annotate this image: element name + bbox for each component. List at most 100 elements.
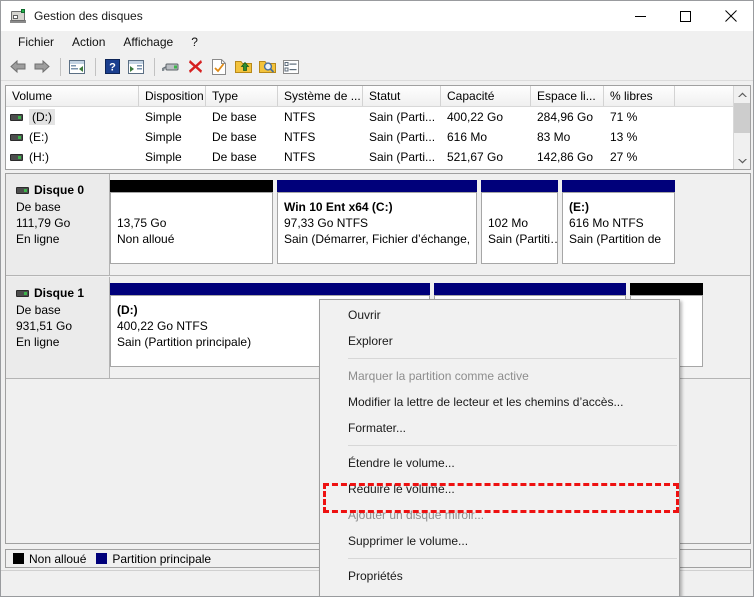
ctx-reduire-volume[interactable]: Réduire le volume... xyxy=(320,476,679,502)
cell-volume: (H:) xyxy=(6,150,139,164)
cell-pct_libres: 13 % xyxy=(604,130,675,144)
partition-line: Non alloué xyxy=(117,231,272,247)
partition-line: Sain (Partition de xyxy=(569,231,674,247)
show-hide-action-pane-icon[interactable] xyxy=(125,56,147,78)
rescan-disks-icon[interactable] xyxy=(160,56,182,78)
delete-icon[interactable] xyxy=(184,56,206,78)
disk-title: Disque 1 xyxy=(16,286,109,300)
partition-block[interactable]: 13,75 GoNon alloué xyxy=(110,180,273,264)
back-icon[interactable] xyxy=(7,56,29,78)
cell-volume: (E:) xyxy=(6,130,139,144)
cell-statut: Sain (Parti... xyxy=(363,110,441,124)
table-row[interactable]: (H:)SimpleDe baseNTFSSain (Parti...521,6… xyxy=(6,147,750,167)
ctx-etendre-volume[interactable]: Étendre le volume... xyxy=(320,450,679,476)
partition-block[interactable]: 102 MoSain (Partiti… xyxy=(481,180,558,264)
disk-size: 111,79 Go xyxy=(16,215,109,231)
volume-column-header[interactable]: Capacité xyxy=(441,86,531,106)
volume-context-menu: OuvrirExplorerMarquer la partition comme… xyxy=(319,299,680,597)
legend-label: Non alloué xyxy=(29,552,86,566)
partition-details: 13,75 GoNon alloué xyxy=(110,192,273,264)
disk-row: Disque 0 De base111,79 GoEn ligne 13,75 G… xyxy=(6,174,750,276)
maximize-button[interactable] xyxy=(663,2,708,31)
volume-list-header: VolumeDispositionTypeSystème de ...Statu… xyxy=(6,86,750,107)
ctx-ouvrir[interactable]: Ouvrir xyxy=(320,302,679,328)
volume-column-header[interactable]: Volume xyxy=(6,86,139,106)
ctx-supprimer-volume[interactable]: Supprimer le volume... xyxy=(320,528,679,554)
cell-disposition: Simple xyxy=(139,110,206,124)
minimize-button[interactable] xyxy=(618,2,663,31)
disk-info-panel[interactable]: Disque 0 De base111,79 GoEn ligne xyxy=(6,174,110,276)
cell-volume: (D:) xyxy=(6,109,139,125)
cell-text: (H:) xyxy=(29,150,49,164)
partition-line: Sain (Partiti… xyxy=(488,231,557,247)
window-title: Gestion des disques xyxy=(34,9,143,23)
drive-icon xyxy=(10,154,23,161)
table-row[interactable]: (Disque 0 partition...SimpleDe baseSain … xyxy=(6,167,750,170)
volume-column-header[interactable]: Système de ... xyxy=(278,86,363,106)
cell-pct_libres: 27 % xyxy=(604,150,675,164)
cell-text: (E:) xyxy=(29,130,48,144)
cell-espace_libre: 142,86 Go xyxy=(531,150,604,164)
disk-size: 931,51 Go xyxy=(16,318,109,334)
partition-line: 616 Mo NTFS xyxy=(569,215,674,231)
scroll-thumb[interactable] xyxy=(734,103,751,133)
cell-pct_libres: 71 % xyxy=(604,110,675,124)
partition-color-bar xyxy=(110,283,430,295)
legend-label: Partition principale xyxy=(112,552,211,566)
scroll-up-arrow-icon[interactable] xyxy=(734,86,751,103)
partition-details: 102 MoSain (Partiti… xyxy=(481,192,558,264)
partition-color-bar xyxy=(562,180,675,192)
disk-status: En ligne xyxy=(16,231,109,247)
volume-column-header[interactable]: Type xyxy=(206,86,278,106)
volume-column-header[interactable]: Statut xyxy=(363,86,441,106)
cell-type: De base xyxy=(206,110,278,124)
ctx-modifier-lettre-lecteur[interactable]: Modifier la lettre de lecteur et les che… xyxy=(320,389,679,415)
scroll-down-arrow-icon[interactable] xyxy=(734,152,751,169)
partition-block[interactable]: Win 10 Ent x64 (C:)97,33 Go NTFSSain (Dé… xyxy=(277,180,477,264)
table-row[interactable]: (E:)SimpleDe baseNTFSSain (Parti...616 M… xyxy=(6,127,750,147)
cell-text: (D:) xyxy=(29,109,55,125)
drive-icon xyxy=(10,134,23,141)
table-row[interactable]: (D:)SimpleDe baseNTFSSain (Parti...400,2… xyxy=(6,107,750,127)
partition-block[interactable]: (E:)616 Mo NTFSSain (Partition de xyxy=(562,180,675,264)
menu-help[interactable]: ? xyxy=(183,33,206,51)
disk-type: De base xyxy=(16,199,109,215)
volume-column-header[interactable] xyxy=(675,86,735,106)
menu-separator xyxy=(348,445,677,446)
partition-color-bar xyxy=(434,283,626,295)
ctx-proprietes[interactable]: Propriétés xyxy=(320,563,679,589)
title-bar: Gestion des disques xyxy=(1,1,753,31)
cell-filesystem: NTFS xyxy=(278,130,363,144)
partition-details: Win 10 Ent x64 (C:)97,33 Go NTFSSain (Dé… xyxy=(277,192,477,264)
disk-icon xyxy=(16,187,29,194)
cell-type: De base xyxy=(206,130,278,144)
toolbar-separator xyxy=(60,58,61,76)
help-icon[interactable]: ? xyxy=(101,56,123,78)
forward-icon[interactable] xyxy=(31,56,53,78)
menu-affichage[interactable]: Affichage xyxy=(115,33,181,51)
ctx-aide[interactable]: Aide xyxy=(320,589,679,597)
volume-column-header[interactable]: Disposition xyxy=(139,86,206,106)
disk-icon xyxy=(16,290,29,297)
new-simple-volume-icon[interactable] xyxy=(232,56,254,78)
volume-column-header[interactable]: % libres xyxy=(604,86,675,106)
cell-espace_libre: 284,96 Go xyxy=(531,110,604,124)
show-hide-console-tree-icon[interactable] xyxy=(66,56,88,78)
disk-title: Disque 0 xyxy=(16,183,109,197)
partition-color-bar xyxy=(277,180,477,192)
details-list-icon[interactable] xyxy=(280,56,302,78)
partition-details: (E:)616 Mo NTFSSain (Partition de xyxy=(562,192,675,264)
menu-fichier[interactable]: Fichier xyxy=(10,33,62,51)
volume-column-header[interactable]: Espace li... xyxy=(531,86,604,106)
disk-type: De base xyxy=(16,302,109,318)
ctx-explorer[interactable]: Explorer xyxy=(320,328,679,354)
legend-swatch xyxy=(13,553,24,564)
properties-icon[interactable] xyxy=(208,56,230,78)
disk-info-panel[interactable]: Disque 1De base931,51 GoEn ligne xyxy=(6,277,110,379)
close-button[interactable] xyxy=(708,2,753,31)
search-volume-icon[interactable] xyxy=(256,56,278,78)
volume-list-scrollbar[interactable] xyxy=(733,86,750,169)
menu-action[interactable]: Action xyxy=(64,33,113,51)
ctx-formater[interactable]: Formater... xyxy=(320,415,679,441)
partition-line: 102 Mo xyxy=(488,215,557,231)
